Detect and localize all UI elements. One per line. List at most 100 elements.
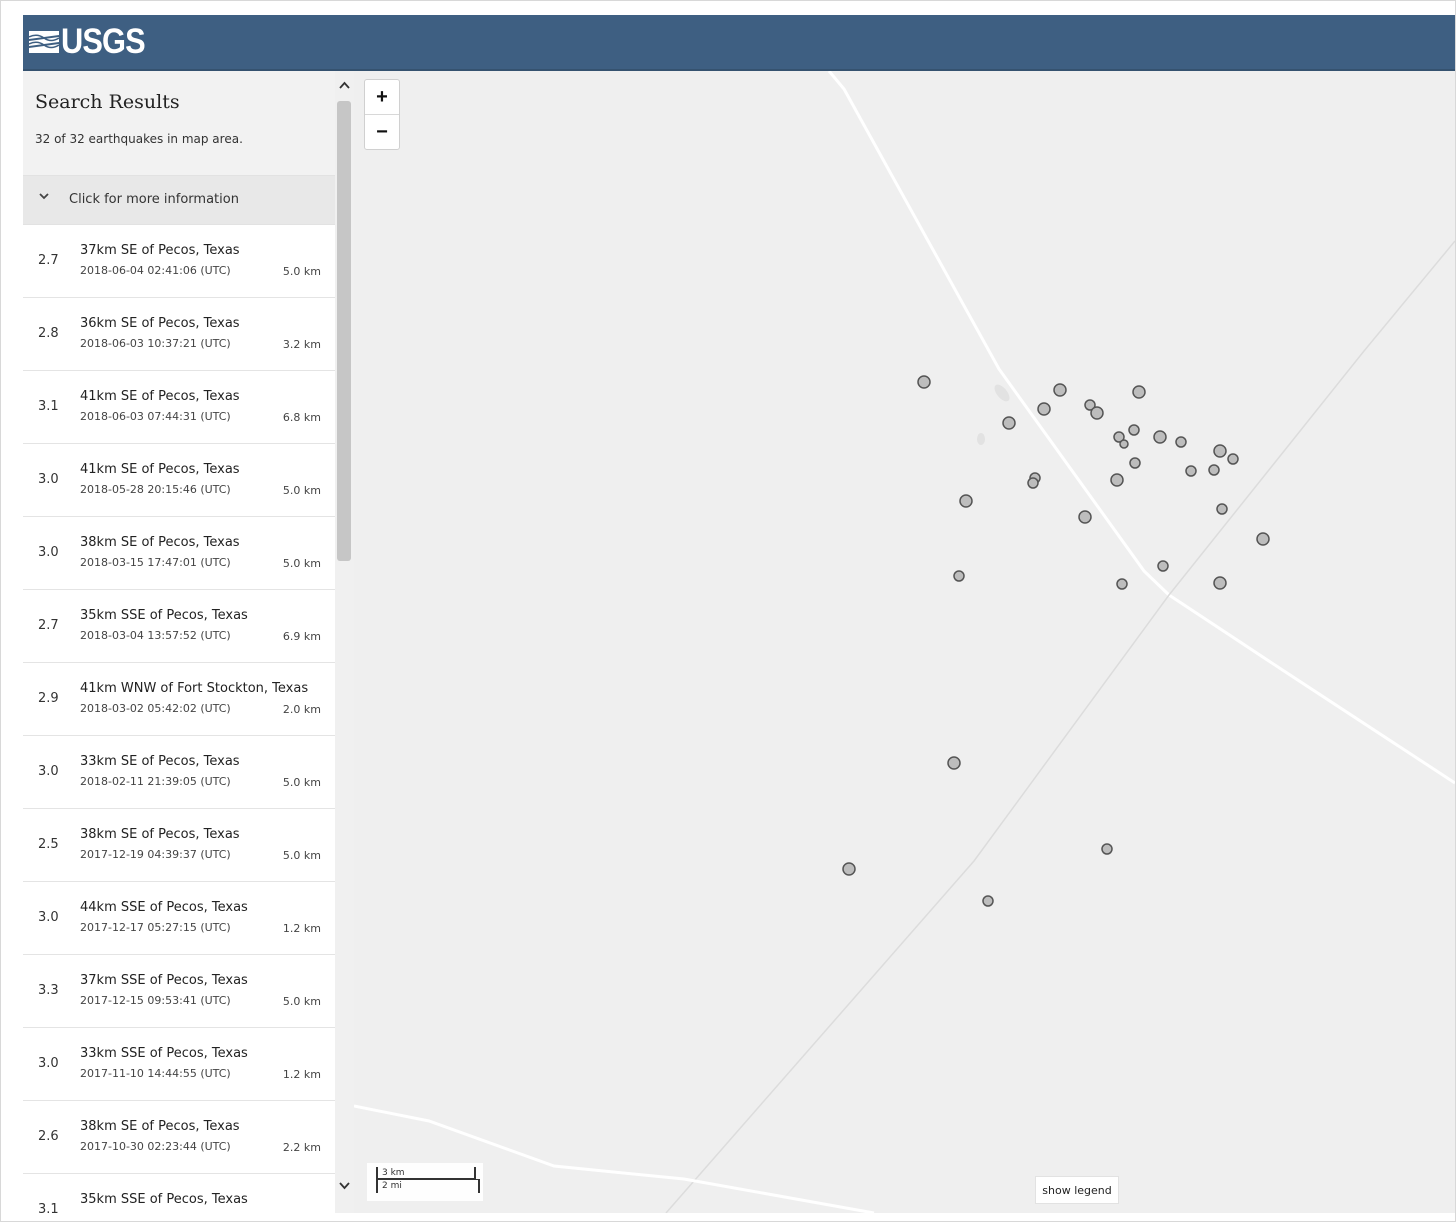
earthquake-marker[interactable] [1256,532,1270,546]
earthquake-depth: 5.0 km [282,557,321,570]
earthquake-row[interactable]: 3.0 44km SSE of Pecos, Texas 2017-12-17 05… [23,882,335,955]
earthquake-marker[interactable] [1116,578,1128,590]
earthquake-time: 2017-12-15 09:53:41 (UTC) [80,994,231,1007]
earthquake-row[interactable]: 2.8 36km SE of Pecos, Texas 2018-06-03 10:… [23,298,335,371]
earthquake-depth: 5.0 km [282,484,321,497]
earthquake-row[interactable]: 2.5 38km SE of Pecos, Texas 2017-12-19 04:… [23,809,335,882]
earthquake-row[interactable]: 3.0 41km SE of Pecos, Texas 2018-05-28 20:… [23,444,335,517]
earthquake-marker[interactable] [1208,464,1220,476]
usgs-wave-icon [29,31,59,53]
road [1168,593,1455,785]
earthquake-time: 2018-03-15 17:47:01 (UTC) [80,556,231,569]
earthquake-marker[interactable] [1129,457,1141,469]
earthquake-row[interactable]: 2.6 38km SE of Pecos, Texas 2017-10-30 02:… [23,1101,335,1174]
zoom-control: + − [364,79,400,150]
earthquake-marker[interactable] [1227,453,1239,465]
earthquake-place: 33km SE of Pecos, Texas [80,754,240,769]
earthquake-place: 33km SSE of Pecos, Texas [80,1046,248,1061]
earthquake-magnitude: 2.6 [38,1129,59,1144]
earthquake-marker[interactable] [1101,843,1113,855]
earthquake-place: 35km SSE of Pecos, Texas [80,1192,248,1207]
earthquake-magnitude: 3.3 [38,983,59,998]
earthquake-time: 2018-03-04 13:57:52 (UTC) [80,629,231,642]
earthquake-magnitude: 3.0 [38,472,59,487]
earthquake-place: 41km SE of Pecos, Texas [80,389,240,404]
usgs-logo[interactable]: USGS [29,23,156,61]
earthquake-row[interactable]: 3.1 35km SSE of Pecos, Texas [23,1174,335,1213]
earthquake-row[interactable]: 3.3 37km SSE of Pecos, Texas 2017-12-15 09… [23,955,335,1028]
earthquake-row[interactable]: 3.0 33km SE of Pecos, Texas 2018-02-11 21:… [23,736,335,809]
earthquake-marker[interactable] [1216,503,1228,515]
earthquake-marker[interactable] [1213,576,1227,590]
earthquake-place: 41km WNW of Fort Stockton, Texas [80,681,309,696]
earthquake-magnitude: 2.9 [38,691,59,706]
earthquake-marker[interactable] [1037,402,1051,416]
earthquake-magnitude: 2.5 [38,837,59,852]
earthquake-list: 2.7 37km SE of Pecos, Texas 2018-06-04 02:… [23,225,335,1213]
scroll-up-icon[interactable] [338,79,351,92]
earthquake-magnitude: 3.0 [38,545,59,560]
map-view[interactable]: + − 3 km 2 mi show legend [354,71,1455,1213]
earthquake-magnitude: 2.8 [38,326,59,341]
scroll-down-icon[interactable] [338,1179,351,1192]
earthquake-marker[interactable] [1090,406,1104,420]
earthquake-magnitude: 3.1 [38,1202,59,1213]
earthquake-marker[interactable] [1157,560,1169,572]
chevron-down-icon [39,193,49,200]
earthquake-row[interactable]: 3.0 33km SSE of Pecos, Texas 2017-11-10 14… [23,1028,335,1101]
results-title: Search Results [35,91,180,113]
earthquake-marker[interactable] [1053,383,1067,397]
results-header: Search Results 32 of 32 earthquakes in m… [23,71,335,175]
earthquake-magnitude: 2.7 [38,253,59,268]
earthquake-marker[interactable] [953,570,965,582]
earthquake-marker[interactable] [1153,430,1167,444]
earthquake-marker[interactable] [947,756,961,770]
earthquake-depth: 2.2 km [282,1141,321,1154]
earthquake-row[interactable]: 3.0 38km SE of Pecos, Texas 2018-03-15 17:… [23,517,335,590]
earthquake-time: 2017-12-19 04:39:37 (UTC) [80,848,231,861]
earthquake-marker[interactable] [982,895,994,907]
earthquake-depth: 5.0 km [282,849,321,862]
earthquake-marker[interactable] [1119,439,1129,449]
earthquake-marker[interactable] [1185,465,1197,477]
scroll-thumb[interactable] [337,101,351,561]
earthquake-marker[interactable] [959,494,973,508]
earthquake-marker[interactable] [1078,510,1092,524]
scale-km-label: 3 km [382,1168,405,1178]
earthquake-marker[interactable] [1175,436,1187,448]
earthquake-row[interactable]: 2.9 41km WNW of Fort Stockton, Texas 2018-… [23,663,335,736]
earthquake-time: 2018-06-03 10:37:21 (UTC) [80,337,231,350]
map-scale: 3 km 2 mi [367,1163,483,1201]
earthquake-place: 37km SE of Pecos, Texas [80,243,240,258]
show-legend-button[interactable]: show legend [1035,1176,1119,1204]
earthquake-marker[interactable] [842,862,856,876]
earthquake-marker[interactable] [1110,473,1124,487]
logo-text: USGS [61,22,146,61]
earthquake-marker[interactable] [1027,477,1039,489]
earthquake-place: 36km SE of Pecos, Texas [80,316,240,331]
earthquake-row[interactable]: 3.1 41km SE of Pecos, Texas 2018-06-03 07:… [23,371,335,444]
earthquake-depth: 6.9 km [282,630,321,643]
scale-mi-bar: 2 mi [376,1179,480,1193]
earthquake-depth: 5.0 km [282,265,321,278]
earthquake-row[interactable]: 2.7 35km SSE of Pecos, Texas 2018-03-04 13… [23,590,335,663]
map-roads-layer [354,71,1455,1213]
earthquake-marker[interactable] [917,375,931,389]
earthquake-magnitude: 3.0 [38,1056,59,1071]
earthquake-time: 2018-06-03 07:44:31 (UTC) [80,410,231,423]
earthquake-time: 2017-12-17 05:27:15 (UTC) [80,921,231,934]
earthquake-depth: 6.8 km [282,411,321,424]
earthquake-marker[interactable] [1128,424,1140,436]
more-info-toggle[interactable]: Click for more information [23,175,335,225]
zoom-in-button[interactable]: + [365,80,399,114]
sidebar-scrollbar[interactable] [335,71,354,1213]
zoom-out-button[interactable]: − [365,114,399,149]
earthquake-marker[interactable] [1132,385,1146,399]
earthquake-depth: 2.0 km [282,703,321,716]
earthquake-marker[interactable] [1213,444,1227,458]
earthquake-marker[interactable] [1002,416,1016,430]
more-info-label: Click for more information [69,192,239,207]
map-blob [977,433,985,445]
earthquake-markers[interactable] [842,375,1270,907]
earthquake-row[interactable]: 2.7 37km SE of Pecos, Texas 2018-06-04 02:… [23,225,335,298]
